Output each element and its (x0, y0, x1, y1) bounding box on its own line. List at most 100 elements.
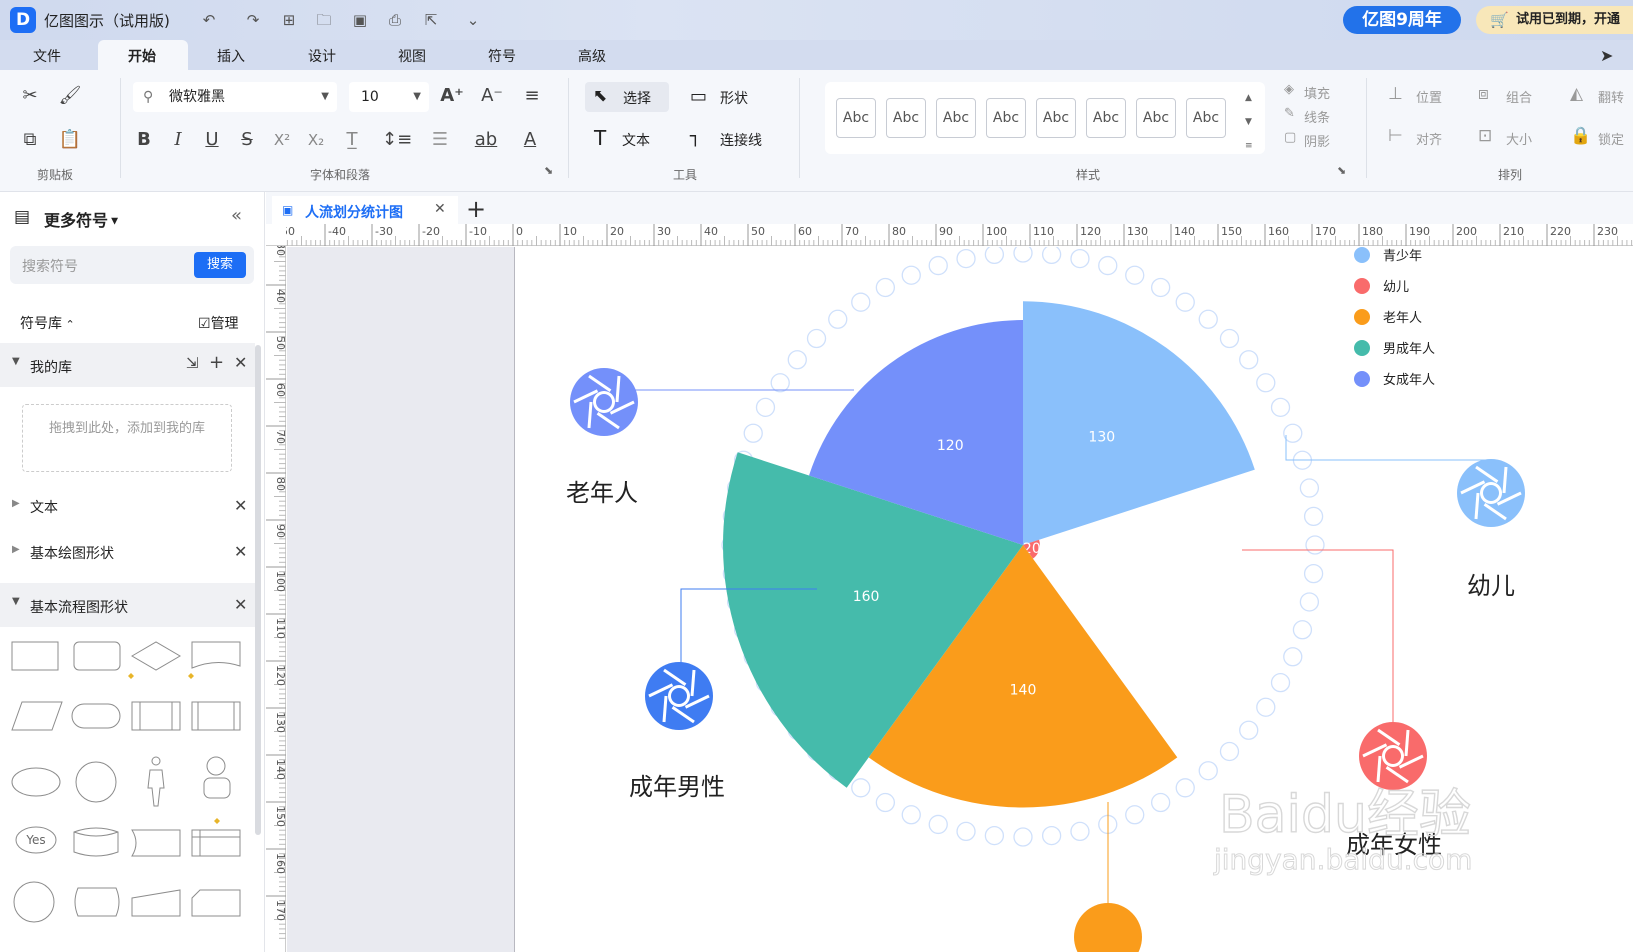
close-icon[interactable]: ✕ (234, 353, 247, 372)
import-icon[interactable]: ⇲ (186, 354, 199, 372)
ruler-label: 110 (1033, 225, 1054, 238)
style-sample[interactable]: Abc (1186, 98, 1226, 138)
close-tab-icon[interactable]: ✕ (434, 201, 446, 217)
font-color-icon[interactable]: A (516, 126, 544, 154)
group-font-label: 字体和段落 (310, 168, 371, 182)
style-sample[interactable]: Abc (836, 98, 876, 138)
trial-notice-button[interactable]: 🛒 试用已到期，开通 (1476, 6, 1633, 34)
text-tool-button[interactable]: T 文本 (594, 124, 664, 154)
rose-pie-chart[interactable]: 13020140160120老年人幼儿成年男性成年女性青少年幼儿老年人男成年人女… (514, 247, 1633, 952)
ring-dot (1098, 255, 1118, 276)
copy-icon[interactable]: ⧉ (16, 126, 44, 154)
symbol-library-toggle[interactable]: 符号库 ⌃ (20, 313, 75, 333)
lock-button[interactable]: 🔒 锁定 (1570, 126, 1633, 150)
subscript-icon[interactable]: X₂ (302, 126, 330, 154)
flip-button[interactable]: ◭ 翻转 (1570, 84, 1633, 108)
my-library-dropzone[interactable]: 拖拽到此处，添加到我的库 (22, 404, 232, 472)
ring-dot (828, 309, 848, 329)
underline-icon[interactable]: U (198, 126, 226, 154)
tab-design[interactable]: 设计 (308, 46, 336, 66)
panel-scrollbar[interactable] (255, 345, 261, 835)
style-sample[interactable]: Abc (886, 98, 926, 138)
italic-icon[interactable]: I (164, 126, 192, 154)
strikethrough-icon[interactable]: S (233, 126, 261, 154)
section-basic-shapes[interactable]: 基本绘图形状 (30, 543, 114, 563)
tab-symbols[interactable]: 符号 (488, 46, 516, 66)
bold-icon[interactable]: B (130, 126, 158, 154)
bullet-list-icon[interactable]: ☰ (426, 126, 454, 154)
customize-toolbar-icon[interactable]: ⌄ (462, 9, 484, 31)
text-case-icon[interactable]: T̲ (338, 126, 366, 154)
highlight-icon[interactable]: ab (472, 126, 500, 154)
decrease-font-icon[interactable]: A⁻ (478, 82, 506, 110)
close-icon[interactable]: ✕ (234, 595, 247, 614)
style-sample[interactable]: Abc (1036, 98, 1076, 138)
tab-insert[interactable]: 插入 (217, 46, 245, 66)
group-button[interactable]: ⧈ 组合 (1478, 84, 1558, 108)
section-text[interactable]: 文本 (30, 497, 58, 517)
new-tab-icon[interactable]: + (466, 195, 486, 223)
collapse-panel-icon[interactable]: « (231, 205, 242, 226)
cut-icon[interactable]: ✂ (16, 82, 44, 110)
open-folder-icon[interactable]: 🗀 (313, 9, 335, 31)
font-dialog-icon[interactable]: ⬊ (544, 164, 553, 177)
fill-icon: ◈ (1284, 82, 1294, 97)
print-icon[interactable]: ⎙ (384, 9, 406, 31)
tab-home[interactable]: 开始 (128, 46, 156, 66)
aperture-icon-blade (587, 401, 593, 429)
ring-dot (1256, 697, 1276, 717)
style-dialog-icon[interactable]: ⬊ (1337, 164, 1346, 177)
callout-line (1242, 549, 1394, 727)
style-sample[interactable]: Abc (1086, 98, 1126, 138)
fill-button[interactable]: ◈ 填充 (1284, 82, 1364, 104)
align-button[interactable]: ⊢ 对齐 (1388, 126, 1468, 150)
line-spacing-icon[interactable]: ↕≡ (382, 126, 412, 154)
callout-label: 成年男性 (629, 773, 725, 801)
undo-icon[interactable]: ↶ (198, 9, 220, 31)
increase-font-icon[interactable]: A⁺ (438, 82, 466, 110)
aperture-icon-blade (690, 669, 696, 697)
ring-dot (1150, 277, 1171, 298)
tab-file[interactable]: 文件 (33, 46, 61, 66)
style-sample[interactable]: Abc (986, 98, 1026, 138)
manage-button[interactable]: ☑管理 (198, 313, 239, 333)
shape-tool-button[interactable]: ▭ 形状 (690, 82, 774, 112)
tab-advanced[interactable]: 高级 (578, 46, 606, 66)
align-icon[interactable]: ≡ (518, 82, 546, 110)
export-icon[interactable]: ⇱ (420, 9, 442, 31)
redo-icon[interactable]: ↷ (242, 9, 264, 31)
callout-label: 幼儿 (1467, 572, 1515, 600)
save-icon[interactable]: ▣ (349, 9, 371, 31)
chevron-up-icon: ⌃ (62, 318, 75, 331)
anniversary-badge[interactable]: 亿图9周年 (1343, 6, 1461, 34)
connector-tool-button[interactable]: ┐ 连接线 (690, 124, 786, 154)
search-button[interactable]: 搜索 (194, 252, 246, 278)
format-painter-icon[interactable]: 🖌 (56, 82, 84, 110)
ring-dot (875, 792, 896, 813)
tab-view[interactable]: 视图 (398, 46, 426, 66)
close-icon[interactable]: ✕ (234, 542, 247, 561)
more-symbols-button[interactable]: 更多符号 ▼ (44, 207, 118, 231)
new-file-icon[interactable]: ⊞ (278, 9, 300, 31)
line-button[interactable]: ✎ 线条 (1284, 106, 1364, 128)
size-button[interactable]: ⊡ 大小 (1478, 126, 1558, 150)
aperture-icon-blade (1502, 466, 1508, 494)
style-scroll-icon[interactable]: ▲ ▼ ≡ (1245, 86, 1253, 158)
select-tool-button[interactable]: ⬉ 选择 (585, 82, 669, 112)
ring-dot (956, 821, 976, 842)
style-sample[interactable]: Abc (936, 98, 976, 138)
font-size-select[interactable]: 10 ▼ (349, 82, 429, 112)
shadow-button[interactable]: ▢ 阴影 (1284, 130, 1364, 152)
fill-label: 填充 (1304, 87, 1331, 102)
add-icon[interactable]: + (209, 352, 224, 373)
ruler-label: 40 (274, 289, 286, 303)
close-icon[interactable]: ✕ (234, 496, 247, 515)
font-name-select[interactable]: ⚲ 微软雅黑 ▼ (133, 82, 337, 112)
ring-dot (1303, 506, 1324, 527)
superscript-icon[interactable]: X² (268, 126, 296, 154)
ring-dot (1305, 535, 1325, 555)
send-icon[interactable]: ➤ (1600, 46, 1613, 65)
paste-icon[interactable]: 📋 (56, 126, 84, 154)
position-button[interactable]: ⊥ 位置 (1388, 84, 1468, 108)
style-sample[interactable]: Abc (1136, 98, 1176, 138)
